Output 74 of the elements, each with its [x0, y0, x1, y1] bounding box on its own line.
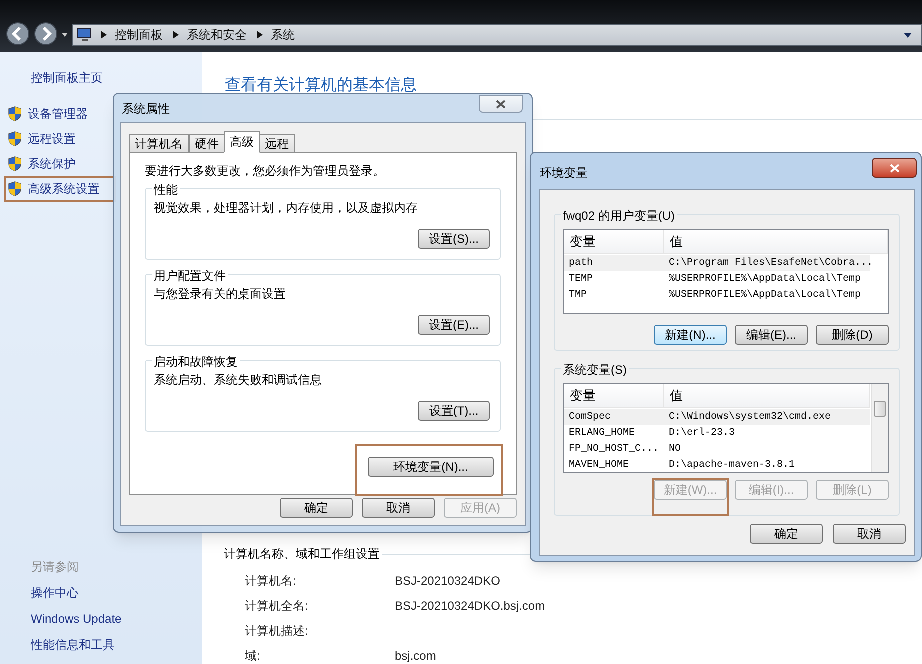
dropdown-caret-icon — [62, 33, 68, 37]
sidebar-link[interactable]: 系统保护 — [6, 153, 114, 175]
column-header[interactable]: 值 — [664, 230, 888, 253]
action-button[interactable]: 删除(D) — [816, 325, 889, 345]
group-title: 性能 — [152, 181, 180, 199]
breadcrumb-item[interactable]: 系统 — [271, 26, 295, 44]
field-label: 计算机描述: — [245, 622, 310, 640]
dialog-button[interactable]: 取消 — [362, 498, 435, 518]
list-row[interactable]: TMP %USERPROFILE%\AppData\Local\Temp — [564, 287, 870, 303]
shield-icon — [8, 131, 22, 147]
sidebar-link[interactable]: 操作中心 — [31, 584, 202, 602]
group-description: 视觉效果，处理器计划，内存使用，以及虚拟内存 — [154, 200, 418, 217]
sidebar-link[interactable]: 远程设置 — [6, 128, 114, 150]
group-description: 系统启动、系统失败和调试信息 — [154, 372, 322, 389]
list-row[interactable]: FP_NO_HOST_C... NO — [564, 441, 870, 457]
tab[interactable]: 硬件 — [189, 134, 225, 153]
action-button[interactable]: 新建(N)... — [654, 325, 727, 345]
window-title: 系统属性 — [122, 101, 170, 118]
group-title: 用户配置文件 — [152, 267, 228, 285]
shield-icon — [8, 181, 22, 197]
chevron-icon — [257, 31, 263, 39]
dropdown-caret-icon — [903, 31, 913, 39]
environment-variables-button[interactable]: 环境变量(N)... — [368, 457, 494, 477]
tab[interactable]: 高级 — [224, 131, 260, 153]
breadcrumb-item[interactable]: 控制面板 — [115, 26, 163, 44]
breadcrumb-item[interactable]: 系统和安全 — [187, 26, 247, 44]
dialog-button[interactable]: 确定 — [280, 498, 353, 518]
tab[interactable]: 远程 — [259, 134, 295, 153]
scrollbar[interactable] — [871, 384, 888, 472]
group-description: 与您登录有关的桌面设置 — [154, 286, 286, 303]
close-icon — [890, 164, 900, 172]
group-title: fwq02 的用户变量(U) — [561, 207, 678, 225]
group-title: 启动和故障恢复 — [152, 353, 240, 371]
settings-button[interactable]: 设置(T)... — [418, 401, 490, 421]
tab[interactable]: 计算机名 — [129, 134, 189, 153]
settings-button[interactable]: 设置(S)... — [418, 229, 490, 249]
shield-icon — [8, 106, 22, 122]
action-button[interactable]: 编辑(E)... — [735, 325, 808, 345]
computer-icon — [77, 28, 93, 42]
sidebar-link[interactable]: Windows Update — [31, 610, 202, 628]
close-button[interactable] — [479, 95, 523, 113]
field-label: 域: — [245, 648, 262, 664]
window-title: 环境变量 — [540, 165, 588, 182]
column-header[interactable]: 变量 — [564, 384, 664, 407]
close-icon — [496, 100, 506, 108]
address-bar[interactable]: 控制面板 系统和安全 系统 — [72, 24, 922, 46]
close-button[interactable] — [872, 158, 917, 178]
sidebar-link[interactable]: 控制面板主页 — [31, 69, 202, 87]
field-label: 计算机全名: — [245, 598, 310, 614]
field-label: 计算机名: — [245, 572, 298, 590]
section-heading: 另请参阅 — [31, 559, 80, 576]
field-value: BSJ-20210324DKO.bsj.com — [395, 598, 546, 614]
notice-text: 要进行大多数更改，您必须作为管理员登录。 — [145, 163, 386, 180]
sidebar-link[interactable]: 设备管理器 — [6, 103, 114, 125]
list-row[interactable]: TEMP %USERPROFILE%\AppData\Local\Temp — [564, 271, 870, 287]
sidebar-link[interactable]: 性能信息和工具 — [31, 636, 202, 654]
settings-button[interactable]: 设置(E)... — [418, 315, 490, 335]
section-heading: 计算机名称、域和工作组设置 — [224, 546, 380, 563]
list-row[interactable]: MAVEN_HOME D:\apache-maven-3.8.1 — [564, 457, 870, 472]
dialog-button[interactable]: 取消 — [833, 524, 906, 544]
field-value: BSJ-20210324DKO — [395, 572, 500, 590]
column-header[interactable]: 值 — [664, 384, 870, 407]
list-row[interactable]: ComSpec C:\Windows\system32\cmd.exe — [564, 409, 870, 425]
page-title: 查看有关计算机的基本信息 — [225, 76, 417, 96]
list-row[interactable]: ERLANG_HOME D:\erl-23.3 — [564, 425, 870, 441]
list-row[interactable]: path C:\Program Files\EsafeNet\Cobra... — [564, 255, 870, 271]
sidebar-link[interactable]: 高级系统设置 — [6, 178, 114, 200]
chevron-icon — [101, 31, 107, 39]
column-header[interactable]: 变量 — [564, 230, 664, 253]
chevron-icon — [173, 31, 179, 39]
group-title: 系统变量(S) — [561, 361, 629, 379]
field-value: bsj.com — [395, 648, 436, 664]
shield-icon — [8, 156, 22, 172]
dialog-button[interactable]: 确定 — [750, 524, 823, 544]
